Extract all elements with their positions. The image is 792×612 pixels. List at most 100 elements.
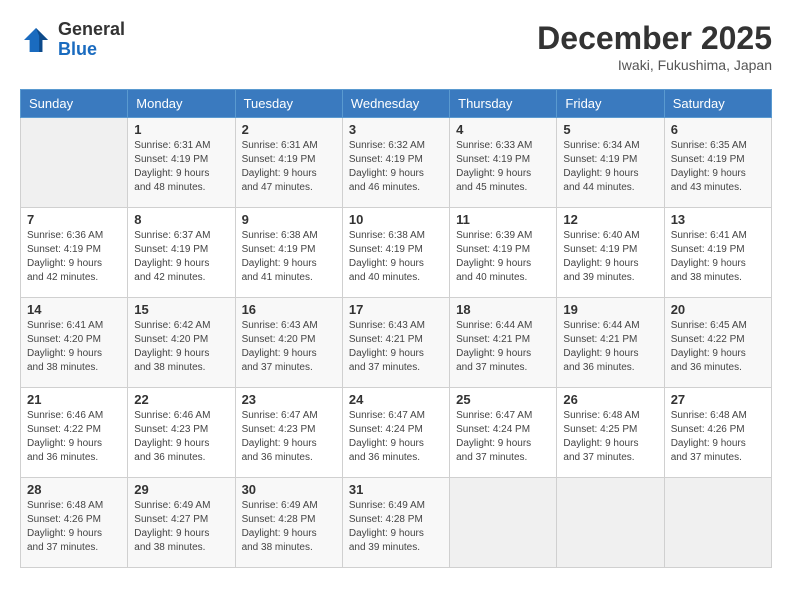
calendar-cell: 1 Sunrise: 6:31 AMSunset: 4:19 PMDaylight… [128,118,235,208]
day-number: 23 [242,392,336,407]
weekday-header-tuesday: Tuesday [235,90,342,118]
day-number: 6 [671,122,765,137]
calendar-cell: 3Sunrise: 6:32 AMSunset: 4:19 PMDaylight… [342,118,449,208]
day-info: Sunrise: 6:47 AMSunset: 4:24 PMDaylight:… [456,409,550,465]
logo-icon [20,24,52,56]
weekday-header-friday: Friday [557,90,664,118]
calendar-cell: 19Sunrise: 6:44 AMSunset: 4:21 PMDayligh… [557,298,664,388]
day-number: 12 [563,212,657,227]
day-number: 30 [242,482,336,497]
day-number: 25 [456,392,550,407]
day-info: Sunrise: 6:44 AMSunset: 4:21 PMDaylight:… [456,319,550,375]
day-info: Sunrise: 6:46 AMSunset: 4:22 PMDaylight:… [27,409,121,465]
day-number: 21 [27,392,121,407]
day-number: 5 [563,122,657,137]
day-info: Sunrise: 6:46 AMSunset: 4:23 PMDaylight:… [134,409,228,465]
location: Iwaki, Fukushima, Japan [537,57,772,73]
day-number: 16 [242,302,336,317]
day-number: 14 [27,302,121,317]
day-info: Sunrise: 6:36 AMSunset: 4:19 PMDaylight:… [27,229,121,285]
calendar-cell: 14 Sunrise: 6:41 AMSunset: 4:20 PMDayligh… [21,298,128,388]
logo-blue: Blue [58,39,97,59]
day-number: 7 [27,212,121,227]
logo-general: General [58,19,125,39]
weekday-header-thursday: Thursday [450,90,557,118]
calendar-cell: 8Sunrise: 6:37 AMSunset: 4:19 PMDaylight… [128,208,235,298]
day-info: Sunrise: 6:35 AMSunset: 4:19 PMDaylight:… [671,139,765,195]
day-info: Sunrise: 6:39 AMSunset: 4:19 PMDaylight:… [456,229,550,285]
day-info: Sunrise: 6:45 AMSunset: 4:22 PMDaylight:… [671,319,765,375]
weekday-header-wednesday: Wednesday [342,90,449,118]
calendar-cell: 22 Sunrise: 6:46 AMSunset: 4:23 PMDayligh… [128,388,235,478]
calendar: SundayMondayTuesdayWednesdayThursdayFrid… [20,89,772,568]
day-info: Sunrise: 6:31 AMSunset: 4:19 PMDaylight:… [242,139,336,195]
calendar-cell: 20 Sunrise: 6:45 AMSunset: 4:22 PMDayligh… [664,298,771,388]
calendar-cell: 10Sunrise: 6:38 AMSunset: 4:19 PMDayligh… [342,208,449,298]
day-number: 24 [349,392,443,407]
day-info: Sunrise: 6:40 AMSunset: 4:19 PMDaylight:… [563,229,657,285]
day-info: Sunrise: 6:47 AMSunset: 4:24 PMDaylight:… [349,409,443,465]
day-number: 17 [349,302,443,317]
weekday-header-row: SundayMondayTuesdayWednesdayThursdayFrid… [21,90,772,118]
calendar-cell [21,118,128,208]
day-info: Sunrise: 6:48 AMSunset: 4:26 PMDaylight:… [671,409,765,465]
day-info: Sunrise: 6:41 AMSunset: 4:20 PMDaylight:… [27,319,121,375]
day-number: 2 [242,122,336,137]
day-info: Sunrise: 6:48 AMSunset: 4:25 PMDaylight:… [563,409,657,465]
week-row-4: 21 Sunrise: 6:46 AMSunset: 4:22 PMDayligh… [21,388,772,478]
day-number: 26 [563,392,657,407]
day-number: 13 [671,212,765,227]
day-number: 28 [27,482,121,497]
page-header: General Blue December 2025 Iwaki, Fukush… [20,20,772,73]
day-number: 4 [456,122,550,137]
calendar-cell: 26 Sunrise: 6:48 AMSunset: 4:25 PMDayligh… [557,388,664,478]
day-number: 31 [349,482,443,497]
day-number: 20 [671,302,765,317]
day-number: 9 [242,212,336,227]
day-info: Sunrise: 6:32 AMSunset: 4:19 PMDaylight:… [349,139,443,195]
week-row-3: 14 Sunrise: 6:41 AMSunset: 4:20 PMDayligh… [21,298,772,388]
calendar-cell: 28Sunrise: 6:48 AMSunset: 4:26 PMDayligh… [21,478,128,568]
day-info: Sunrise: 6:34 AMSunset: 4:19 PMDaylight:… [563,139,657,195]
calendar-cell: 13 Sunrise: 6:41 AMSunset: 4:19 PMDayligh… [664,208,771,298]
calendar-cell: 30 Sunrise: 6:49 AMSunset: 4:28 PMDayligh… [235,478,342,568]
calendar-cell: 9Sunrise: 6:38 AMSunset: 4:19 PMDaylight… [235,208,342,298]
calendar-cell: 5 Sunrise: 6:34 AMSunset: 4:19 PMDaylight… [557,118,664,208]
week-row-5: 28Sunrise: 6:48 AMSunset: 4:26 PMDayligh… [21,478,772,568]
day-info: Sunrise: 6:49 AMSunset: 4:28 PMDaylight:… [349,499,443,555]
calendar-cell: 15Sunrise: 6:42 AMSunset: 4:20 PMDayligh… [128,298,235,388]
day-number: 29 [134,482,228,497]
calendar-cell: 24 Sunrise: 6:47 AMSunset: 4:24 PMDayligh… [342,388,449,478]
day-info: Sunrise: 6:43 AMSunset: 4:20 PMDaylight:… [242,319,336,375]
calendar-cell: 23 Sunrise: 6:47 AMSunset: 4:23 PMDayligh… [235,388,342,478]
day-info: Sunrise: 6:31 AMSunset: 4:19 PMDaylight:… [134,139,228,195]
day-info: Sunrise: 6:38 AMSunset: 4:19 PMDaylight:… [349,229,443,285]
week-row-1: 1 Sunrise: 6:31 AMSunset: 4:19 PMDaylight… [21,118,772,208]
month-title: December 2025 [537,20,772,57]
weekday-header-monday: Monday [128,90,235,118]
day-info: Sunrise: 6:47 AMSunset: 4:23 PMDaylight:… [242,409,336,465]
day-info: Sunrise: 6:37 AMSunset: 4:19 PMDaylight:… [134,229,228,285]
logo: General Blue [20,20,125,60]
calendar-cell: 16 Sunrise: 6:43 AMSunset: 4:20 PMDayligh… [235,298,342,388]
day-number: 1 [134,122,228,137]
calendar-cell: 18Sunrise: 6:44 AMSunset: 4:21 PMDayligh… [450,298,557,388]
day-number: 11 [456,212,550,227]
day-info: Sunrise: 6:44 AMSunset: 4:21 PMDaylight:… [563,319,657,375]
day-number: 27 [671,392,765,407]
calendar-cell [664,478,771,568]
calendar-cell [450,478,557,568]
weekday-header-sunday: Sunday [21,90,128,118]
day-info: Sunrise: 6:49 AMSunset: 4:28 PMDaylight:… [242,499,336,555]
day-number: 22 [134,392,228,407]
day-info: Sunrise: 6:43 AMSunset: 4:21 PMDaylight:… [349,319,443,375]
day-number: 15 [134,302,228,317]
calendar-cell: 27 Sunrise: 6:48 AMSunset: 4:26 PMDayligh… [664,388,771,478]
calendar-cell: 6 Sunrise: 6:35 AMSunset: 4:19 PMDaylight… [664,118,771,208]
logo-text: General Blue [58,20,125,60]
calendar-cell: 11 Sunrise: 6:39 AMSunset: 4:19 PMDayligh… [450,208,557,298]
day-info: Sunrise: 6:41 AMSunset: 4:19 PMDaylight:… [671,229,765,285]
calendar-cell: 4 Sunrise: 6:33 AMSunset: 4:19 PMDaylight… [450,118,557,208]
calendar-cell: 17 Sunrise: 6:43 AMSunset: 4:21 PMDayligh… [342,298,449,388]
day-info: Sunrise: 6:33 AMSunset: 4:19 PMDaylight:… [456,139,550,195]
